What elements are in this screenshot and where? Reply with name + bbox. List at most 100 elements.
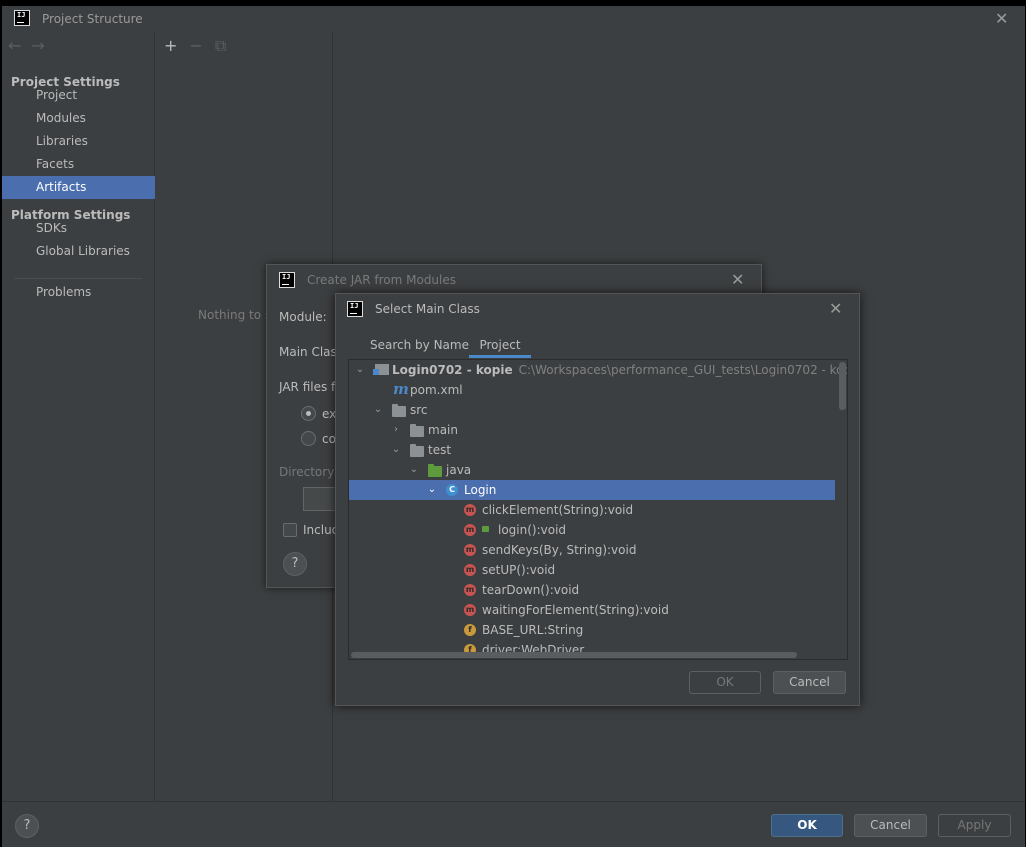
dialog-cancel-button[interactable]: Cancel <box>773 671 846 694</box>
close-icon[interactable]: ✕ <box>829 301 842 317</box>
method-icon: m <box>464 604 476 616</box>
lock-icon <box>482 526 489 532</box>
tree-row-project-root[interactable]: ⌄ Login0702 - kopie C:\Workspaces\perform… <box>349 360 847 380</box>
chevron-down-icon[interactable]: ⌄ <box>355 360 365 380</box>
method-icon: m <box>464 584 476 596</box>
tree-row-method[interactable]: m sendKeys(By, String):void <box>349 540 835 560</box>
chevron-down-icon[interactable]: ⌄ <box>391 440 401 460</box>
list-toolbar: + − ⧉ <box>164 36 238 56</box>
sidebar-divider <box>14 278 142 279</box>
tree-row-label: test <box>428 443 452 457</box>
tree-row-label: sendKeys(By, String):void <box>482 543 637 557</box>
tree-row-main[interactable]: › main <box>349 420 835 440</box>
chevron-right-icon[interactable]: › <box>391 420 401 440</box>
ok-button[interactable]: OK <box>771 814 843 837</box>
apply-button[interactable]: Apply <box>938 814 1011 837</box>
class-icon: C <box>446 484 458 496</box>
maven-icon: m <box>393 380 409 398</box>
tree-row-label: clickElement(String):void <box>482 503 634 517</box>
tree-row-method[interactable]: m tearDown():void <box>349 580 835 600</box>
project-tree: ⌄ Login0702 - kopie C:\Workspaces\perform… <box>348 359 848 660</box>
tree-row-method[interactable]: m clickElement(String):void <box>349 500 835 520</box>
field-icon: f <box>464 624 476 636</box>
back-arrow-icon[interactable]: ← <box>8 36 31 55</box>
help-button[interactable]: ? <box>283 552 307 576</box>
tree-row-label: waitingForElement(String):void <box>482 603 669 617</box>
dialog-ok-button[interactable]: OK <box>689 671 761 694</box>
tree-row-label: tearDown():void <box>482 583 580 597</box>
tree-row-label: BASE_URL:String <box>482 623 584 637</box>
window-title: Project Structure <box>42 12 143 26</box>
green-folder-icon <box>428 464 442 477</box>
tree-row-method[interactable]: m setUP():void <box>349 560 835 580</box>
chevron-down-icon[interactable]: ⌄ <box>373 400 383 420</box>
sidebar-item-facets[interactable]: Facets <box>2 153 155 176</box>
sidebar-item-sdks[interactable]: SDKs <box>2 217 155 240</box>
intellij-logo-icon: IJ <box>279 272 295 288</box>
extract-radio[interactable] <box>301 406 316 421</box>
close-icon[interactable]: ✕ <box>731 272 744 288</box>
method-icon: m <box>464 524 476 536</box>
copy-icon[interactable]: ⧉ <box>215 36 226 55</box>
tree-row-label: java <box>446 463 472 477</box>
nav-arrows: ←→ <box>8 36 55 55</box>
copy-radio[interactable] <box>301 431 316 446</box>
tree-row-pom[interactable]: m pom.xml <box>349 380 835 400</box>
tab-project[interactable]: Project <box>469 338 531 358</box>
sidebar-item-modules[interactable]: Modules <box>2 107 155 130</box>
chevron-down-icon[interactable]: ⌄ <box>409 460 419 480</box>
folder-icon <box>410 444 424 457</box>
intellij-logo-icon: IJ <box>14 10 30 26</box>
project-path: C:\Workspaces\performance_GUI_tests\Logi… <box>518 363 848 377</box>
horizontal-scrollbar[interactable] <box>351 652 797 658</box>
tree-row-test[interactable]: ⌄ test <box>349 440 835 460</box>
tree-row-label: login():void <box>498 523 567 537</box>
select-main-class-title: Select Main Class <box>375 302 480 316</box>
method-icon: m <box>464 564 476 576</box>
tree-row-method[interactable]: m login():void <box>349 520 835 540</box>
footer-bar: ? OK Cancel Apply <box>2 801 1025 847</box>
help-button[interactable]: ? <box>15 814 39 838</box>
tree-row-field[interactable]: f BASE_URL:String <box>349 620 835 640</box>
method-icon: m <box>464 504 476 516</box>
tree-row-login-class[interactable]: ⌄ C Login <box>349 480 835 500</box>
module-label: Module: <box>279 310 327 324</box>
method-icon: m <box>464 544 476 556</box>
chevron-down-icon[interactable]: ⌄ <box>427 480 437 500</box>
settings-sidebar: ←→ Project Settings Project Modules Libr… <box>2 32 155 801</box>
tree-row-label: main <box>428 423 458 437</box>
main-class-label: Main Class <box>279 345 344 359</box>
sidebar-item-global-libraries[interactable]: Global Libraries <box>2 240 155 263</box>
cancel-button[interactable]: Cancel <box>854 814 927 837</box>
directory-label: Directory f <box>279 465 343 479</box>
close-icon[interactable]: ✕ <box>995 11 1008 27</box>
tree-row-label: src <box>410 403 428 417</box>
add-icon[interactable]: + <box>164 36 177 55</box>
folder-icon <box>392 404 406 417</box>
jar-files-label: JAR files fr <box>279 380 341 394</box>
forward-arrow-icon[interactable]: → <box>31 36 54 55</box>
tab-search-by-name[interactable]: Search by Name <box>370 338 469 358</box>
copy-radio-label: co <box>322 432 336 446</box>
select-main-class-dialog: IJ Select Main Class ✕ Search by Name Pr… <box>335 293 860 706</box>
sidebar-item-project[interactable]: Project <box>2 84 155 107</box>
tree-row-method[interactable]: m waitingForElement(String):void <box>349 600 835 620</box>
tree-row-label: Login <box>464 483 497 497</box>
title-bar: IJ Project Structure ✕ <box>2 6 1025 32</box>
tree-row-src[interactable]: ⌄ src <box>349 400 835 420</box>
tree-row-label: setUP():void <box>482 563 556 577</box>
jar-dialog-title: Create JAR from Modules <box>307 273 457 287</box>
intellij-logo-icon: IJ <box>347 301 363 317</box>
include-checkbox[interactable] <box>283 523 297 537</box>
folder-icon <box>410 424 424 437</box>
tree-row-label: Login0702 - kopie <box>392 363 513 377</box>
vertical-scrollbar[interactable] <box>839 362 846 410</box>
module-folder-icon <box>373 364 389 375</box>
tree-row-label: pom.xml <box>410 383 463 397</box>
remove-icon[interactable]: − <box>189 36 202 55</box>
include-label: Includ <box>303 523 340 537</box>
sidebar-item-libraries[interactable]: Libraries <box>2 130 155 153</box>
sidebar-item-problems[interactable]: Problems <box>2 281 155 304</box>
sidebar-item-artifacts[interactable]: Artifacts <box>2 176 155 199</box>
tree-row-java[interactable]: ⌄ java <box>349 460 835 480</box>
